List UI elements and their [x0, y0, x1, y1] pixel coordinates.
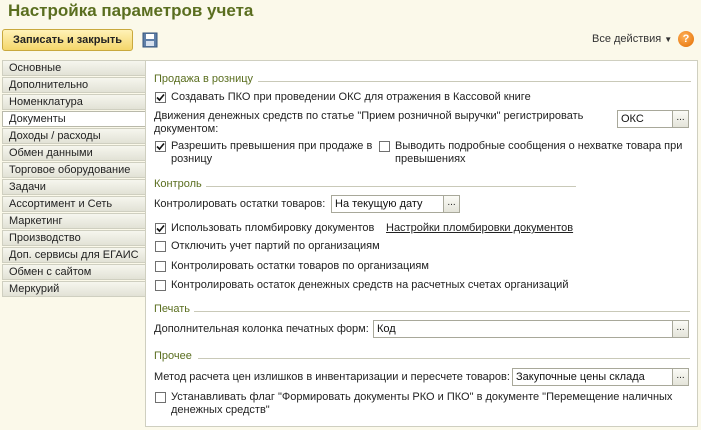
sidebar-item-site-exchange[interactable]: Обмен с сайтом	[2, 264, 145, 280]
allow-excess-label-line2: розницу	[171, 153, 213, 165]
pricing-method-select-button[interactable]: ...	[672, 368, 689, 386]
sidebar-item-documents[interactable]: Документы	[2, 111, 145, 127]
control-section-divider	[206, 186, 576, 187]
create-pko-checkbox[interactable]	[155, 92, 166, 103]
sidebar-item-assortment[interactable]: Ассортимент и Сеть	[2, 196, 145, 212]
help-icon[interactable]: ?	[678, 31, 694, 47]
cash-balance-label: Контролировать остаток денежных средств …	[171, 279, 569, 291]
set-flag-label-line1: Устанавливать флаг "Формировать документ…	[171, 391, 673, 403]
checkmark-icon	[156, 93, 165, 102]
all-actions-label: Все действия	[592, 33, 662, 45]
stock-control-field[interactable]: На текущую дату	[331, 195, 444, 213]
sidebar-item-tasks[interactable]: Задачи	[2, 179, 145, 195]
sidebar-item-mercury[interactable]: Меркурий	[2, 281, 145, 297]
checkmark-icon	[156, 224, 165, 233]
all-actions-menu[interactable]: Все действия ▼	[592, 33, 672, 45]
movement-document-select-button[interactable]: ...	[672, 110, 689, 128]
extra-column-label: Дополнительная колонка печатных форм:	[154, 323, 369, 335]
sidebar-item-nomenclature[interactable]: Номенклатура	[2, 94, 145, 110]
retail-section-title: Продажа в розницу	[154, 73, 254, 85]
stock-by-org-label: Контролировать остатки товаров по органи…	[171, 260, 429, 272]
sidebar-item-data-exchange[interactable]: Обмен данными	[2, 145, 145, 161]
disable-batch-label: Отключить учет партий по организациям	[171, 240, 380, 252]
create-pko-label: Создавать ПКО при проведении ОКС для отр…	[171, 91, 531, 103]
movement-label-line1: Движения денежных средств по статье "При…	[154, 110, 584, 122]
sidebar-item-trade-equipment[interactable]: Торговое оборудование	[2, 162, 145, 178]
detailed-messages-label-line1: Выводить подробные сообщения о нехватке …	[395, 140, 683, 152]
sidebar-item-main[interactable]: Основные	[2, 60, 145, 76]
movement-label-line2: документом:	[154, 123, 219, 135]
extra-column-field[interactable]: Код	[373, 320, 673, 338]
sidebar-item-production[interactable]: Производство	[2, 230, 145, 246]
stock-by-org-checkbox[interactable]	[155, 261, 166, 272]
extra-column-select-button[interactable]: ...	[672, 320, 689, 338]
sidebar-nav: Основные Дополнительно Номенклатура Доку…	[2, 60, 145, 298]
other-section-title: Прочее	[154, 350, 192, 362]
save-button[interactable]	[141, 31, 159, 49]
save-and-close-button[interactable]: Записать и закрыть	[2, 29, 133, 51]
stock-control-label: Контролировать остатки товаров:	[154, 198, 326, 210]
set-flag-checkbox[interactable]	[155, 392, 166, 403]
pricing-method-label: Метод расчета цен излишков в инвентариза…	[154, 371, 510, 383]
settings-panel: Продажа в розницу Создавать ПКО при пров…	[145, 60, 698, 427]
detailed-messages-label-line2: превышениях	[395, 153, 466, 165]
detailed-messages-checkbox[interactable]	[379, 141, 390, 152]
print-section-title: Печать	[154, 303, 191, 315]
disable-batch-checkbox[interactable]	[155, 241, 166, 252]
use-sealing-label: Использовать пломбировку документов	[171, 222, 375, 234]
allow-excess-label-line1: Разрешить превышения при продаже в	[171, 140, 373, 152]
floppy-disk-icon	[142, 32, 158, 48]
sealing-settings-link[interactable]: Настройки пломбировки документов	[386, 222, 573, 235]
pricing-method-field[interactable]: Закупочные цены склада	[512, 368, 673, 386]
sidebar-item-egais[interactable]: Доп. сервисы для ЕГАИС	[2, 247, 145, 263]
checkmark-icon	[156, 142, 165, 151]
sidebar-item-marketing[interactable]: Маркетинг	[2, 213, 145, 229]
stock-control-select-button[interactable]: ...	[443, 195, 460, 213]
print-section-divider	[194, 311, 690, 312]
dropdown-arrow-icon: ▼	[664, 35, 673, 44]
sidebar-item-additional[interactable]: Дополнительно	[2, 77, 145, 93]
cash-balance-checkbox[interactable]	[155, 280, 166, 291]
use-sealing-checkbox[interactable]	[155, 223, 166, 234]
window-title: Настройка параметров учета	[8, 1, 254, 20]
allow-excess-checkbox[interactable]	[155, 141, 166, 152]
retail-section-divider	[258, 81, 691, 82]
movement-document-field[interactable]: ОКС	[617, 110, 673, 128]
sidebar-item-income-expenses[interactable]: Доходы / расходы	[2, 128, 145, 144]
other-section-divider	[198, 358, 690, 359]
control-section-title: Контроль	[154, 178, 202, 190]
set-flag-label-line2: денежных средств"	[171, 404, 270, 416]
